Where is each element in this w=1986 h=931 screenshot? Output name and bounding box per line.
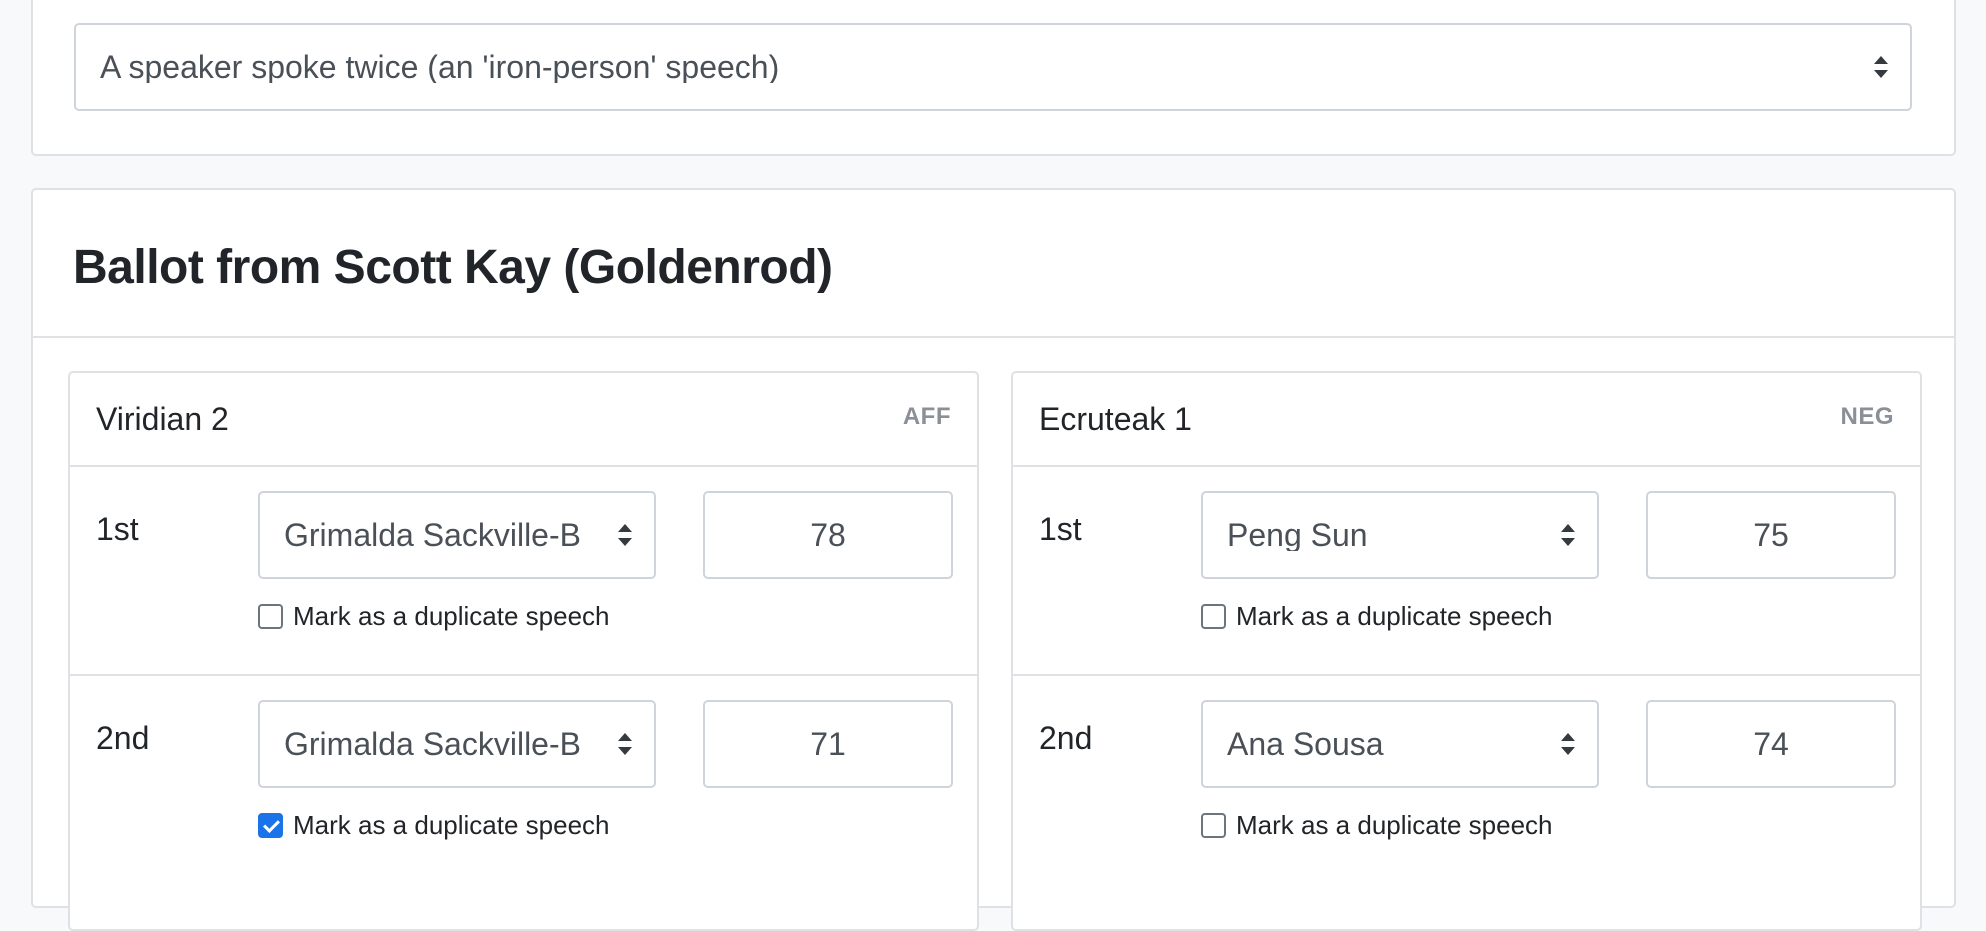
speaker-position-label: 1st [1039,511,1082,547]
team-side-badge: NEG [1840,403,1894,430]
speaker-select[interactable]: Ana Sousa [1201,700,1599,788]
duplicate-speech-checkbox[interactable] [258,604,283,629]
score-input[interactable]: 75 [1646,491,1896,579]
score-input[interactable]: 78 [703,491,953,579]
team-side-badge: AFF [902,403,951,430]
select-caret-icon [618,733,632,755]
duplicate-speech-label[interactable]: Mark as a duplicate speech [1236,601,1553,632]
duplicate-speech-checkbox-group[interactable]: Mark as a duplicate speech [1201,601,1553,632]
team-card-aff: Viridian 2 AFF 1st Grimalda Sackville-B … [68,371,979,931]
ballot-header: Ballot from Scott Kay (Goldenrod) [33,190,1954,338]
duplicate-speech-label[interactable]: Mark as a duplicate speech [293,810,610,841]
speaker-select-value: Ana Sousa [1227,728,1384,760]
ballot-title: Ballot from Scott Kay (Goldenrod) [73,241,833,294]
speaker-row: 1st Grimalda Sackville-B 78 Mark as a du… [70,467,977,676]
speaker-select-value: Peng Sun [1227,519,1368,551]
team-name: Viridian 2 [96,401,229,437]
team-card-neg: Ecruteak 1 NEG 1st Peng Sun 75 Mark as a… [1011,371,1922,931]
score-input[interactable]: 74 [1646,700,1896,788]
select-caret-icon [618,524,632,546]
speaker-select[interactable]: Peng Sun [1201,491,1599,579]
speaker-select-value: Grimalda Sackville-B [284,728,581,760]
speaker-row: 1st Peng Sun 75 Mark as a duplicate spee… [1013,467,1920,676]
speaker-position-label: 2nd [1039,720,1093,756]
speaker-row: 2nd Ana Sousa 74 Mark as a duplicate spe… [1013,676,1920,885]
select-caret-icon [1874,56,1888,78]
team-header: Ecruteak 1 NEG [1013,373,1920,467]
iron-person-select[interactable]: A speaker spoke twice (an 'iron-person' … [74,23,1912,111]
ballot-card: Ballot from Scott Kay (Goldenrod) Viridi… [31,188,1956,931]
select-caret-icon [1561,733,1575,755]
duplicate-speech-checkbox[interactable] [1201,604,1226,629]
duplicate-speech-checkbox-group[interactable]: Mark as a duplicate speech [258,810,610,841]
duplicate-speech-checkbox[interactable] [258,813,283,838]
speaker-row: 2nd Grimalda Sackville-B 71 Mark as a du… [70,676,977,885]
duplicate-speech-checkbox-group[interactable]: Mark as a duplicate speech [1201,810,1553,841]
speaker-select[interactable]: Grimalda Sackville-B [258,700,656,788]
speaker-position-label: 2nd [96,720,150,756]
duplicate-speech-checkbox[interactable] [1201,813,1226,838]
duplicate-speech-label[interactable]: Mark as a duplicate speech [293,601,610,632]
duplicate-speech-checkbox-group[interactable]: Mark as a duplicate speech [258,601,610,632]
iron-person-card: A speaker spoke twice (an 'iron-person' … [31,0,1956,156]
speaker-select[interactable]: Grimalda Sackville-B [258,491,656,579]
team-header: Viridian 2 AFF [70,373,977,467]
score-input[interactable]: 71 [703,700,953,788]
team-name: Ecruteak 1 [1039,401,1192,437]
iron-person-select-value: A speaker spoke twice (an 'iron-person' … [100,51,780,83]
duplicate-speech-label[interactable]: Mark as a duplicate speech [1236,810,1553,841]
speaker-position-label: 1st [96,511,139,547]
speaker-select-value: Grimalda Sackville-B [284,519,581,551]
select-caret-icon [1561,524,1575,546]
